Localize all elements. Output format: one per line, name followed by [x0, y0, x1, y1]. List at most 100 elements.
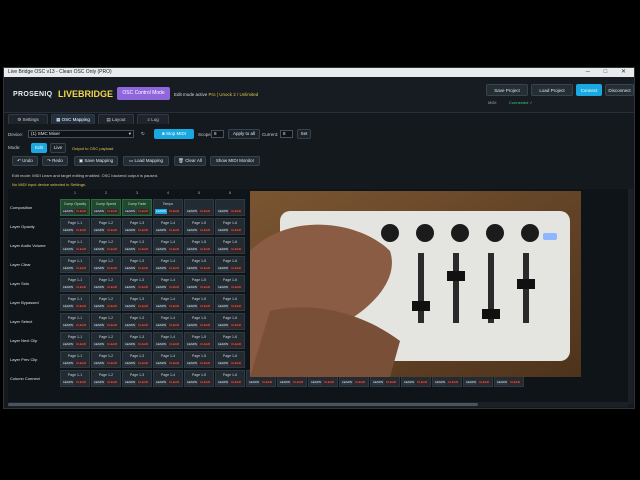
learn-button[interactable]: LEARN	[124, 361, 136, 366]
mapping-cell[interactable]: Page 1-3 LEARN CLEAR	[122, 332, 152, 349]
learn-button[interactable]: LEARN	[62, 342, 74, 347]
clear-button[interactable]: CLEAR	[106, 323, 118, 328]
learn-button[interactable]: LEARN	[155, 304, 167, 309]
learn-button[interactable]: LEARN	[155, 380, 167, 385]
show-midi-monitor-button[interactable]: Show MIDI Monitor	[210, 156, 260, 166]
learn-button[interactable]: LEARN	[62, 266, 74, 271]
mapping-cell[interactable]: Page 1-2 LEARN CLEAR	[91, 294, 121, 311]
learn-button[interactable]: LEARN	[217, 228, 229, 233]
clear-button[interactable]: CLEAR	[75, 304, 87, 309]
learn-button[interactable]: LEARN	[62, 323, 74, 328]
clear-button[interactable]: CLEAR	[137, 228, 149, 233]
mapping-cell[interactable]: Page 1-5 LEARN CLEAR	[184, 256, 214, 273]
clear-button[interactable]: CLEAR	[137, 209, 149, 214]
mapping-cell[interactable]: Page 1-4 LEARN CLEAR	[153, 351, 183, 368]
mapping-cell[interactable]: Page 1-5 LEARN CLEAR	[184, 313, 214, 330]
clear-button[interactable]: CLEAR	[199, 361, 211, 366]
learn-button[interactable]: LEARN	[496, 380, 508, 385]
window-controls[interactable]: ─ □ ✕	[586, 68, 632, 77]
learn-button[interactable]: LEARN	[93, 380, 105, 385]
mapping-cell[interactable]: Page 1-2 LEARN CLEAR	[91, 313, 121, 330]
clear-button[interactable]: CLEAR	[168, 361, 180, 366]
learn-button[interactable]: LEARN	[124, 247, 136, 252]
clear-button[interactable]: CLEAR	[168, 323, 180, 328]
clear-button[interactable]: CLEAR	[199, 285, 211, 290]
learn-button[interactable]: LEARN	[93, 304, 105, 309]
clear-button[interactable]: CLEAR	[137, 323, 149, 328]
learn-button[interactable]: LEARN	[62, 304, 74, 309]
learn-button[interactable]: LEARN	[217, 247, 229, 252]
clear-button[interactable]: CLEAR	[168, 228, 180, 233]
edit-mode-button[interactable]: Edit	[31, 143, 47, 153]
mapping-cell[interactable]: Page 1-5 LEARN CLEAR	[184, 218, 214, 235]
clear-button[interactable]: CLEAR	[137, 304, 149, 309]
undo-button[interactable]: ↶ Undo	[12, 156, 38, 166]
mapping-cell[interactable]: Page 1-5 LEARN CLEAR	[184, 332, 214, 349]
clear-button[interactable]: CLEAR	[106, 304, 118, 309]
learn-button[interactable]: LEARN	[217, 342, 229, 347]
learn-button[interactable]: LEARN	[186, 228, 198, 233]
mapping-cell[interactable]: Page 1-6 LEARN CLEAR	[215, 218, 245, 235]
mapping-cell[interactable]: Page 1-1 LEARN CLEAR	[60, 256, 90, 273]
clear-button[interactable]: CLEAR	[168, 380, 180, 385]
learn-button[interactable]: LEARN	[217, 304, 229, 309]
disconnect-button[interactable]: Disconnect	[605, 84, 634, 96]
clear-button[interactable]: CLEAR	[354, 380, 366, 385]
mapping-cell[interactable]: Page 1-2 LEARN CLEAR	[91, 332, 121, 349]
clear-button[interactable]: CLEAR	[106, 209, 118, 214]
set-button[interactable]: Set	[297, 129, 311, 139]
osc-mode-button[interactable]: OSC Control Mode	[117, 87, 170, 100]
connect-button[interactable]: Connect	[576, 84, 602, 96]
clear-button[interactable]: CLEAR	[230, 342, 242, 347]
clear-button[interactable]: CLEAR	[199, 323, 211, 328]
mapping-cell[interactable]: Page 1-2 LEARN CLEAR	[91, 256, 121, 273]
clear-button[interactable]: CLEAR	[137, 342, 149, 347]
learn-button[interactable]: LEARN	[248, 380, 260, 385]
mapping-cell[interactable]: Page 1-2 LEARN CLEAR	[91, 237, 121, 254]
learn-button[interactable]: LEARN	[279, 380, 291, 385]
mapping-cell[interactable]: Page 1-4 LEARN CLEAR	[153, 218, 183, 235]
mapping-cell[interactable]: Page 1-3 LEARN CLEAR	[122, 370, 152, 387]
clear-button[interactable]: CLEAR	[199, 247, 211, 252]
mapping-cell[interactable]: Page 1-4 LEARN CLEAR	[153, 256, 183, 273]
clear-button[interactable]: CLEAR	[137, 247, 149, 252]
learn-button[interactable]: LEARN	[124, 380, 136, 385]
clear-button[interactable]: CLEAR	[199, 304, 211, 309]
clear-button[interactable]: CLEAR	[230, 323, 242, 328]
load-mapping-button[interactable]: ▭ Load Mapping	[123, 156, 169, 166]
mapping-cell[interactable]: Page 1-6 LEARN CLEAR	[215, 351, 245, 368]
mapping-cell[interactable]: Page 1-1 LEARN CLEAR	[60, 218, 90, 235]
mapping-cell[interactable]: Page 1-6 LEARN CLEAR	[215, 370, 245, 387]
mapping-cell[interactable]: Page 1-5 LEARN CLEAR	[184, 275, 214, 292]
mapping-cell[interactable]: Page 1-4 LEARN CLEAR	[153, 237, 183, 254]
learn-button[interactable]: LEARN	[186, 323, 198, 328]
clear-button[interactable]: CLEAR	[230, 361, 242, 366]
mapping-cell[interactable]: Page 1-1 LEARN CLEAR	[60, 351, 90, 368]
clear-button[interactable]: CLEAR	[199, 228, 211, 233]
clear-button[interactable]: CLEAR	[75, 285, 87, 290]
mapping-cell[interactable]: Page 1-4 LEARN CLEAR	[153, 370, 183, 387]
vertical-scrollbar[interactable]	[628, 189, 633, 404]
learn-button[interactable]: LEARN	[186, 247, 198, 252]
learn-button[interactable]: LEARN	[465, 380, 477, 385]
redo-button[interactable]: ↷ Redo	[42, 156, 68, 166]
learn-button[interactable]: LEARN	[124, 209, 136, 214]
clear-button[interactable]: CLEAR	[385, 380, 397, 385]
refresh-icon[interactable]: ↻	[141, 131, 145, 137]
save-project-button[interactable]: Save Project	[486, 84, 528, 96]
learn-button[interactable]: LEARN	[93, 323, 105, 328]
learn-button[interactable]: LEARN	[93, 361, 105, 366]
horizontal-scrollbar[interactable]	[8, 402, 628, 407]
clear-button[interactable]: CLEAR	[137, 361, 149, 366]
learn-button[interactable]: LEARN	[217, 323, 229, 328]
mapping-cell[interactable]: Page 1-4 LEARN CLEAR	[153, 313, 183, 330]
mapping-cell[interactable]: Page 1-6 LEARN CLEAR	[215, 294, 245, 311]
clear-button[interactable]: CLEAR	[416, 380, 428, 385]
clear-button[interactable]: CLEAR	[168, 266, 180, 271]
clear-button[interactable]: CLEAR	[323, 380, 335, 385]
learn-button[interactable]: LEARN	[155, 323, 167, 328]
clear-button[interactable]: CLEAR	[75, 266, 87, 271]
clear-button[interactable]: CLEAR	[230, 380, 242, 385]
learn-button[interactable]: LEARN	[186, 361, 198, 366]
stop-midi-button[interactable]: ■ Stop MIDI	[154, 129, 194, 139]
